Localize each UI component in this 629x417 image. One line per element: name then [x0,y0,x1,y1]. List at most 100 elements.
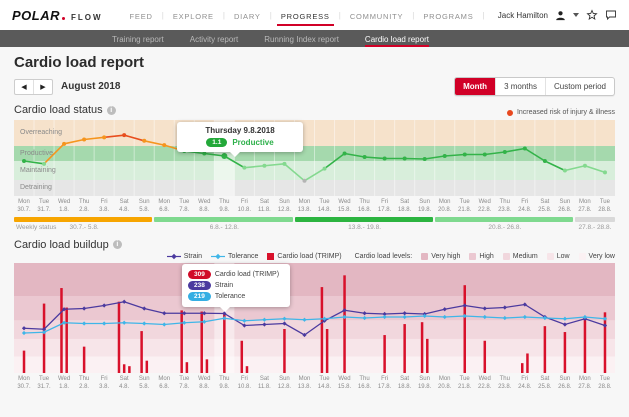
buildup-chart-x-axis: Mon30.7.Tue31.7.Wed1.8.Thu2.8.Fri3.8.Sat… [14,373,615,392]
axis-day-label: Tue28.8. [595,196,615,215]
buildup-section-title-text: Cardio load buildup [14,239,109,251]
axis-day-label: Fri3.8. [94,373,114,392]
axis-day-label: Tue14.8. [314,373,334,392]
axis-day-label: Sat18.8. [395,373,415,392]
cardio-load-buildup-chart[interactable]: 309Cardio load (TRIMP) 238Strain 219Tole… [14,263,615,373]
very-high-label: Very high [431,253,460,260]
axis-day-label: Fri17.8. [375,196,395,215]
tooltip-trimp-label: Cardio load (TRIMP) [215,271,279,278]
polar-flow-app: POLAR FLOW FEED | EXPLORE | DIARY | PROGRES… [0,0,629,417]
user-avatar-icon[interactable] [555,10,566,21]
strain-value-pill: 238 [188,281,211,290]
weekly-status-label: Weekly status [16,224,56,231]
legend-strain: Strain [167,253,202,260]
high-swatch-icon [469,253,476,260]
axis-day-label: Mon6.8. [154,373,174,392]
weekly-status-range: 27.8.- 28.8. [575,222,615,232]
axis-day-label: Sat25.8. [535,196,555,215]
risk-label: Increased risk of injury & illness [517,109,615,116]
period-selector-row: ◀ ▶ August 2018 Month 3 months Custom pe… [14,77,615,96]
nav-item-progress[interactable]: PROGRESS [281,3,330,28]
top-nav: POLAR FLOW FEED | EXPLORE | DIARY | PROGRES… [0,0,629,30]
axis-day-label: Wed1.8. [54,373,74,392]
status-tooltip: Thursday 9.8.2018 1.1 Productive [177,122,303,152]
subnav-running-index-report[interactable]: Running Index report [264,31,339,47]
previous-period-button[interactable]: ◀ [15,80,33,94]
legend-level-very-low: Very low [579,253,615,260]
reports-sub-nav: Training report Activity report Running … [0,30,629,47]
subnav-cardio-load-report[interactable]: Cardio load report [365,31,429,47]
axis-day-label: Thu9.8. [214,373,234,392]
messages-chat-icon[interactable] [605,9,617,21]
nav-item-programs[interactable]: PROGRAMS [423,3,473,28]
status-chart-svg [14,120,615,196]
axis-day-label: Mon30.7. [14,373,34,392]
axis-day-label: Tue14.8. [314,196,334,215]
buildup-tooltip: 309Cardio load (TRIMP) 238Strain 219Tole… [182,264,290,307]
buildup-info-icon[interactable]: i [113,240,122,249]
nav-item-community[interactable]: COMMUNITY [350,3,403,28]
nav-item-diary[interactable]: DIARY [234,3,261,28]
subnav-activity-report[interactable]: Activity report [190,31,238,47]
polar-flow-logo[interactable]: POLAR FLOW [12,8,103,23]
status-value-label: Productive [232,138,273,147]
nav-separator: | [162,11,164,20]
nav-separator: | [223,11,225,20]
flow-logo-text: FLOW [71,13,103,22]
page-title: Cardio load report [14,54,615,71]
risk-dot-icon [507,110,513,116]
nav-separator: | [483,11,485,20]
levels-label: Cardio load levels: [355,253,413,260]
axis-day-label: Mon13.8. [294,373,314,392]
axis-day-label: Wed22.8. [475,373,495,392]
axis-day-label: Fri10.8. [234,196,254,215]
legend-level-high: High [469,253,493,260]
polar-logo-dot-icon [62,17,65,20]
status-value-pill: 1.1 [206,138,227,147]
subnav-training-report[interactable]: Training report [112,31,164,47]
status-info-icon[interactable]: i [107,106,116,115]
nav-item-feed[interactable]: FEED [130,3,153,28]
tolerance-value-pill: 219 [188,292,211,301]
axis-day-label: Sat18.8. [395,196,415,215]
month-button[interactable]: Month [455,78,495,95]
axis-day-label: Thu9.8. [214,196,234,215]
axis-day-label: Sun26.8. [555,373,575,392]
custom-period-button[interactable]: Custom period [545,78,614,95]
tolerance-marker-icon [211,253,225,260]
weekly-status-labels: Weekly status 30.7.- 5.8.6.8.- 12.8.13.8… [14,222,615,232]
buildup-section-header: Cardio load buildup i [14,239,615,251]
cardio-load-status-chart[interactable]: Thursday 9.8.2018 1.1 Productive Overrea… [14,120,615,196]
nav-item-explore[interactable]: EXPLORE [173,3,214,28]
legend-level-very-high: Very high [421,253,460,260]
axis-day-label: Sun26.8. [555,196,575,215]
nav-separator: | [339,11,341,20]
low-label: Low [557,253,570,260]
axis-day-label: Sat4.8. [114,196,134,215]
trimp-marker-icon [267,253,274,260]
axis-day-label: Wed1.8. [54,196,74,215]
next-period-button[interactable]: ▶ [33,80,52,94]
axis-day-label: Thu16.8. [355,196,375,215]
weekly-status-range: 6.8.- 12.8. [154,222,294,232]
three-months-button[interactable]: 3 months [495,78,545,95]
user-menu-caret-icon[interactable] [573,13,579,17]
status-chart-x-axis: Mon30.7.Tue31.7.Wed1.8.Thu2.8.Fri3.8.Sat… [14,196,615,215]
axis-day-label: Tue7.8. [174,196,194,215]
axis-day-label: Wed15.8. [335,373,355,392]
legend-trimp: Cardio load (TRIMP) [267,253,341,260]
axis-day-label: Tue28.8. [595,373,615,392]
legend-level-medium: Medium [503,253,538,260]
trimp-value-pill: 309 [188,270,211,279]
favorites-star-icon[interactable] [586,9,598,21]
very-low-label: Very low [589,253,615,260]
user-name[interactable]: Jack Hamilton [498,11,548,20]
very-high-swatch-icon [421,253,428,260]
axis-day-label: Wed8.8. [194,196,214,215]
legend-trimp-label: Cardio load (TRIMP) [277,253,341,260]
weekly-status-range: 13.8.- 19.8. [294,222,434,232]
buildup-section-title: Cardio load buildup i [14,239,122,251]
status-section-header: Cardio load status i Increased risk of i… [14,104,615,116]
report-content: Cardio load report ◀ ▶ August 2018 Month… [0,47,629,392]
nav-separator: | [270,11,272,20]
